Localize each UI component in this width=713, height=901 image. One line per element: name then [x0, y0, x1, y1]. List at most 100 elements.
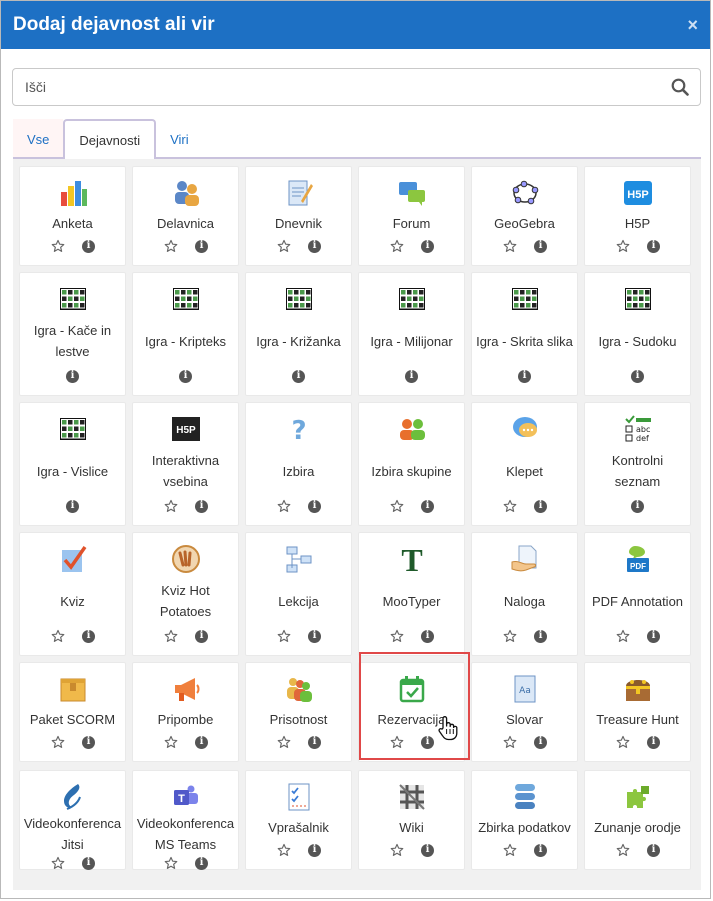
info-icon[interactable]: i — [82, 735, 95, 749]
info-icon[interactable]: i — [82, 856, 95, 870]
info-icon[interactable]: i — [421, 843, 434, 857]
star-icon[interactable] — [615, 734, 631, 750]
info-icon[interactable]: i — [308, 735, 321, 749]
info-icon[interactable]: i — [421, 239, 434, 253]
star-icon[interactable] — [276, 498, 292, 514]
activity-igra-sudoku[interactable]: Igra - Sudoku i — [584, 272, 691, 396]
activity-slovar[interactable]: Aa Slovar i — [471, 662, 578, 762]
info-icon[interactable]: i — [534, 499, 547, 513]
info-icon[interactable]: i — [195, 239, 208, 253]
tab-resources[interactable]: Viri — [156, 119, 203, 159]
activity-wiki[interactable]: Wiki i — [358, 770, 465, 870]
info-icon[interactable]: i — [647, 629, 660, 643]
info-icon[interactable]: i — [518, 369, 531, 383]
activity-igra-vislice[interactable]: Igra - Vislice i — [19, 402, 126, 526]
activity-klepet[interactable]: Klepet i — [471, 402, 578, 526]
star-icon[interactable] — [615, 628, 631, 644]
info-icon[interactable]: i — [195, 735, 208, 749]
activity-interaktivna-vsebina[interactable]: H5P Interaktivna vsebina i — [132, 402, 239, 526]
search-input[interactable] — [13, 70, 660, 104]
activity-videokonferenca-ms-teams[interactable]: T Videokonferenca MS Teams i — [132, 770, 239, 870]
activity-forum[interactable]: Forum i — [358, 166, 465, 266]
info-icon[interactable]: i — [534, 843, 547, 857]
info-icon[interactable]: i — [179, 369, 192, 383]
activity-kviz[interactable]: Kviz i — [19, 532, 126, 656]
info-icon[interactable]: i — [292, 369, 305, 383]
search-icon[interactable] — [660, 78, 700, 96]
info-icon[interactable]: i — [195, 629, 208, 643]
activity-vprasalnik[interactable]: Vprašalnik i — [245, 770, 352, 870]
info-icon[interactable]: i — [405, 369, 418, 383]
info-icon[interactable]: i — [534, 735, 547, 749]
star-icon[interactable] — [276, 734, 292, 750]
star-icon[interactable] — [389, 238, 405, 254]
star-icon[interactable] — [615, 842, 631, 858]
star-icon[interactable] — [163, 628, 179, 644]
info-icon[interactable]: i — [631, 499, 644, 513]
star-icon[interactable] — [163, 855, 179, 871]
activity-mootyper[interactable]: T MooTyper i — [358, 532, 465, 656]
activity-geogebra[interactable]: GeoGebra i — [471, 166, 578, 266]
activity-dnevnik[interactable]: Dnevnik i — [245, 166, 352, 266]
activity-igra-krizanka[interactable]: Igra - Križanka i — [245, 272, 352, 396]
info-icon[interactable]: i — [631, 369, 644, 383]
info-icon[interactable]: i — [534, 629, 547, 643]
star-icon[interactable] — [163, 734, 179, 750]
star-icon[interactable] — [502, 842, 518, 858]
star-icon[interactable] — [389, 734, 405, 750]
star-icon[interactable] — [276, 628, 292, 644]
activity-igra-kace-in-lestve[interactable]: Igra - Kače in lestve i — [19, 272, 126, 396]
star-icon[interactable] — [50, 855, 66, 871]
star-icon[interactable] — [50, 628, 66, 644]
star-icon[interactable] — [389, 842, 405, 858]
info-icon[interactable]: i — [421, 735, 434, 749]
star-icon[interactable] — [276, 842, 292, 858]
activity-treasure-hunt[interactable]: Treasure Hunt i — [584, 662, 691, 762]
activity-pdf-annotation[interactable]: PDF PDF Annotation i — [584, 532, 691, 656]
activity-anketa[interactable]: Anketa i — [19, 166, 126, 266]
info-icon[interactable]: i — [66, 369, 79, 383]
activity-igra-skrita-slika[interactable]: Igra - Skrita slika i — [471, 272, 578, 396]
star-icon[interactable] — [389, 498, 405, 514]
activity-naloga[interactable]: Naloga i — [471, 532, 578, 656]
activity-kviz-hot-potatoes[interactable]: Kviz Hot Potatoes i — [132, 532, 239, 656]
star-icon[interactable] — [50, 734, 66, 750]
info-icon[interactable]: i — [421, 499, 434, 513]
activity-h5p[interactable]: H5P H5P i — [584, 166, 691, 266]
info-icon[interactable]: i — [647, 735, 660, 749]
tab-activities[interactable]: Dejavnosti — [63, 119, 157, 159]
info-icon[interactable]: i — [647, 239, 660, 253]
star-icon[interactable] — [502, 238, 518, 254]
info-icon[interactable]: i — [308, 239, 321, 253]
activity-delavnica[interactable]: Delavnica i — [132, 166, 239, 266]
info-icon[interactable]: i — [66, 499, 79, 513]
info-icon[interactable]: i — [534, 239, 547, 253]
star-icon[interactable] — [163, 238, 179, 254]
activity-izbira[interactable]: ? Izbira i — [245, 402, 352, 526]
info-icon[interactable]: i — [421, 629, 434, 643]
star-icon[interactable] — [502, 734, 518, 750]
activity-prisotnost[interactable]: Prisotnost i — [245, 662, 352, 762]
activity-izbira-skupine[interactable]: Izbira skupine i — [358, 402, 465, 526]
star-icon[interactable] — [389, 628, 405, 644]
info-icon[interactable]: i — [195, 856, 208, 870]
activity-igra-milijonar[interactable]: Igra - Milijonar i — [358, 272, 465, 396]
info-icon[interactable]: i — [195, 499, 208, 513]
info-icon[interactable]: i — [308, 499, 321, 513]
info-icon[interactable]: i — [308, 629, 321, 643]
activity-rezervacija[interactable]: Rezervacija i — [358, 662, 465, 762]
tab-all[interactable]: Vse — [13, 119, 64, 159]
activity-videokonferenca-jitsi[interactable]: Videokonferenca Jitsi i — [19, 770, 126, 870]
star-icon[interactable] — [50, 238, 66, 254]
activity-paket-scorm[interactable]: Paket SCORM i — [19, 662, 126, 762]
activity-pripombe[interactable]: Pripombe i — [132, 662, 239, 762]
activity-lekcija[interactable]: Lekcija i — [245, 532, 352, 656]
star-icon[interactable] — [502, 628, 518, 644]
info-icon[interactable]: i — [82, 239, 95, 253]
star-icon[interactable] — [276, 238, 292, 254]
star-icon[interactable] — [615, 238, 631, 254]
close-icon[interactable]: × — [687, 15, 698, 36]
star-icon[interactable] — [163, 498, 179, 514]
info-icon[interactable]: i — [82, 629, 95, 643]
activity-zunanje-orodje[interactable]: Zunanje orodje i — [584, 770, 691, 870]
